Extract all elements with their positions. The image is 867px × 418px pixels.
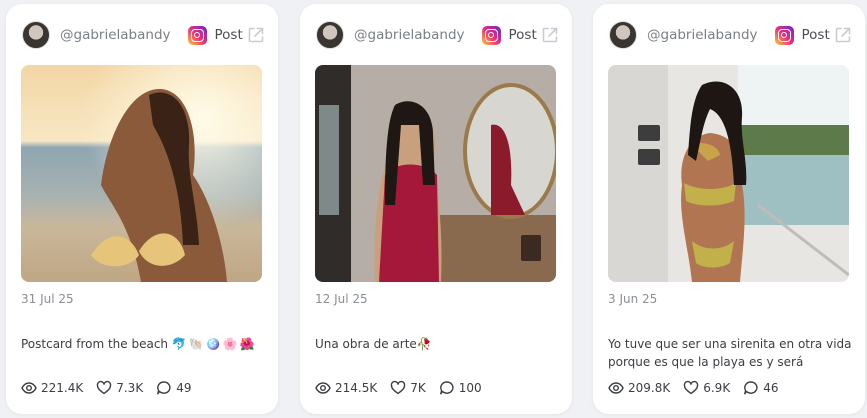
post-card[interactable]: @gabrielabandy Post: [6, 4, 278, 414]
post-stats: 214.5K 7K 100: [315, 379, 495, 397]
caption-text: Postcard from the beach: [21, 337, 169, 351]
post-card[interactable]: @gabrielabandy Post: [593, 4, 865, 414]
heart-icon: [391, 380, 406, 395]
post-date: 12 Jul 25: [315, 292, 368, 306]
post-stats: 209.8K 6.9K 46: [608, 379, 791, 397]
post-date: 3 Jun 25: [608, 292, 658, 306]
post-image[interactable]: [315, 65, 556, 282]
avatar[interactable]: [316, 21, 344, 49]
instagram-icon: [774, 25, 794, 45]
post-stats: 221.4K 7.3K 49: [21, 379, 204, 397]
external-link-icon[interactable]: [246, 25, 266, 45]
post-caption: Una obra de arte🥀: [315, 335, 560, 353]
views-stat: 209.8K: [608, 380, 670, 396]
caption-emoji: 🥀: [416, 337, 434, 351]
author-handle[interactable]: @gabrielabandy: [354, 27, 465, 43]
post-caption: Postcard from the beach 🐬🐚🪩🌸🌺: [21, 335, 266, 353]
comments-stat: 49: [156, 380, 191, 396]
heart-icon: [684, 380, 699, 395]
post-header: @gabrielabandy Post: [22, 20, 266, 50]
post-card-row: @gabrielabandy Post 31 Jul 25 Postcard f…: [0, 0, 867, 418]
caption-text: Yo tuve que ser una sirenita en otra vid…: [608, 337, 852, 369]
heart-icon: [97, 380, 112, 395]
eye-icon: [315, 382, 331, 394]
author-handle[interactable]: @gabrielabandy: [647, 27, 758, 43]
avatar[interactable]: [22, 21, 50, 49]
post-image[interactable]: [608, 65, 849, 282]
instagram-icon: [481, 25, 501, 45]
post-type-label: Post: [801, 27, 830, 43]
likes-stat: 6.9K: [683, 380, 730, 396]
comment-icon: [744, 381, 758, 395]
likes-stat: 7K: [390, 380, 426, 396]
post-image[interactable]: [21, 65, 262, 282]
author-handle[interactable]: @gabrielabandy: [60, 27, 171, 43]
eye-icon: [608, 382, 624, 394]
likes-stat: 7.3K: [96, 380, 143, 396]
external-link-icon[interactable]: [540, 25, 560, 45]
comments-stat: 46: [743, 380, 778, 396]
instagram-icon: [187, 25, 207, 45]
post-caption: Yo tuve que ser una sirenita en otra vid…: [608, 335, 853, 371]
views-stat: 214.5K: [315, 380, 377, 396]
comments-stat: 100: [439, 380, 482, 396]
caption-emoji: 🐬🐚🪩🌸🌺: [171, 337, 257, 351]
views-stat: 221.4K: [21, 380, 83, 396]
post-card[interactable]: @gabrielabandy Post 12 Jul 25 Una obra d…: [300, 4, 572, 414]
comment-icon: [157, 381, 171, 395]
eye-icon: [21, 382, 37, 394]
post-header: @gabrielabandy Post: [316, 20, 560, 50]
avatar[interactable]: [609, 21, 637, 49]
caption-text: Una obra de arte: [315, 337, 417, 351]
post-date: 31 Jul 25: [21, 292, 74, 306]
post-type-label: Post: [508, 27, 537, 43]
post-header: @gabrielabandy Post: [609, 20, 853, 50]
post-type-label: Post: [214, 27, 243, 43]
external-link-icon[interactable]: [833, 25, 853, 45]
comment-icon: [439, 381, 454, 395]
